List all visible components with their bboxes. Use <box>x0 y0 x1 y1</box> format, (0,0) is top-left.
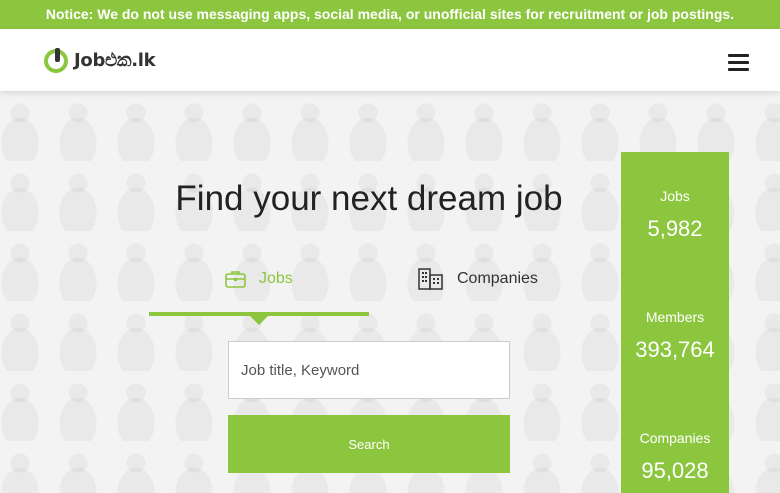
stat-members: Members 393,764 <box>621 309 729 363</box>
stat-jobs-label: Jobs <box>660 188 690 204</box>
page-title: Find your next dream job <box>175 179 563 218</box>
site-logo[interactable]: Jobඑක.lk <box>42 45 156 75</box>
stat-jobs: Jobs 5,982 <box>621 188 729 242</box>
tab-companies[interactable]: Companies <box>418 267 538 291</box>
tab-jobs-label: Jobs <box>259 270 293 287</box>
logo-text: Jobඑක.lk <box>74 49 156 71</box>
tab-companies-label: Companies <box>457 270 538 287</box>
stat-companies-value: 95,028 <box>641 458 709 483</box>
stats-panel: Jobs 5,982 Members 393,764 Companies 95,… <box>621 152 729 493</box>
tab-jobs[interactable]: Jobs <box>225 267 293 291</box>
briefcase-icon <box>225 271 246 288</box>
stat-jobs-value: 5,982 <box>647 216 703 241</box>
building-icon <box>418 268 443 290</box>
active-tab-arrow <box>250 316 268 325</box>
hero-section: Find your next dream job Jobs Companies <box>0 91 780 493</box>
stat-companies-label: Companies <box>639 430 711 446</box>
search-input[interactable] <box>228 341 510 399</box>
hamburger-menu-icon[interactable] <box>726 54 751 72</box>
notice-text: Notice: We do not use messaging apps, so… <box>45 6 735 22</box>
navbar: Jobඑක.lk <box>0 29 780 91</box>
search-button[interactable]: Search <box>228 415 510 473</box>
logo-mark-icon <box>44 48 68 73</box>
stat-members-value: 393,764 <box>635 337 715 362</box>
stat-companies: Companies 95,028 <box>621 430 729 484</box>
notice-banner: Notice: We do not use messaging apps, so… <box>0 0 780 29</box>
stat-members-label: Members <box>645 309 705 325</box>
